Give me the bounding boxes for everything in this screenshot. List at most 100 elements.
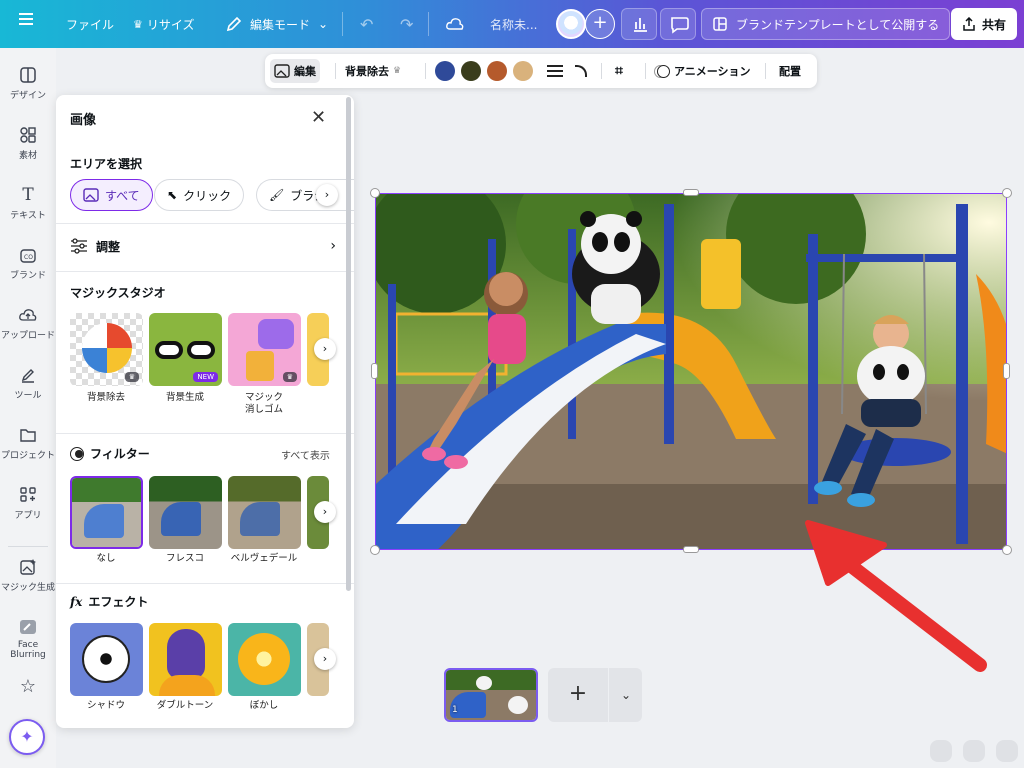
image-edit-icon (274, 64, 290, 78)
share-button[interactable]: 共有 (951, 8, 1017, 40)
zoom-control[interactable] (930, 740, 952, 762)
color-swatch[interactable] (461, 61, 481, 81)
rail-item-magic-media[interactable]: マジック生成 (0, 558, 56, 593)
crop-button[interactable]: ⌗ (611, 59, 627, 83)
text-icon: T (22, 185, 34, 205)
corner-radius-icon (575, 65, 587, 77)
file-menu-button[interactable]: ファイル (58, 8, 122, 40)
animate-button[interactable]: アニメーション (653, 59, 755, 83)
close-icon[interactable]: ✕ (311, 107, 326, 128)
color-swatch[interactable] (513, 61, 533, 81)
panel-title: 画像 (70, 113, 97, 128)
add-page-button[interactable]: + (548, 668, 608, 722)
left-rail: デザイン 素材 T テキスト CO ブランド アップロード ツール プロジェクト… (0, 48, 56, 768)
magic-assistant-button[interactable]: ✦ (9, 719, 45, 755)
magic-item-label: マジック 消しゴム (244, 392, 283, 415)
effect-duotone-thumb[interactable] (149, 623, 222, 696)
avatar[interactable] (556, 9, 586, 39)
rail-item-starred[interactable]: ☆ (0, 678, 56, 700)
resize-handle[interactable] (371, 363, 378, 379)
filters-show-all-link[interactable]: すべて表示 (281, 447, 330, 462)
new-badge: NEW (193, 372, 218, 382)
document-name[interactable]: 名称未... (482, 8, 545, 40)
panel-scrollbar[interactable] (346, 97, 351, 591)
shapes-icon (20, 127, 36, 143)
chevron-right-icon: › (330, 238, 336, 254)
position-button[interactable]: 配置 (775, 59, 805, 83)
star-icon: ☆ (19, 676, 37, 697)
filter-none-thumb[interactable] (70, 476, 143, 549)
chips-next-button[interactable]: › (316, 184, 338, 206)
rail-item-face-blurring[interactable]: Face Blurring (0, 618, 56, 660)
effect-shadow-thumb[interactable] (70, 623, 143, 696)
resize-button[interactable]: ♛ リサイズ (125, 8, 203, 40)
magic-item-label: 背景除去 (86, 392, 125, 403)
rail-item-brand[interactable]: CO ブランド (0, 246, 56, 281)
crop-icon: ⌗ (615, 63, 623, 79)
upload-icon (19, 309, 37, 321)
rail-item-tools[interactable]: ツール (0, 366, 56, 401)
page-thumbnail[interactable] (444, 668, 538, 722)
crown-badge: ♛ (124, 372, 139, 382)
edit-image-button[interactable]: 編集 (270, 59, 320, 83)
chip-brush[interactable]: 🖌 ブラシ (256, 179, 354, 211)
rail-item-apps[interactable]: アプリ (0, 486, 56, 521)
filter-label: フレスコ (165, 553, 204, 564)
pages-view-button[interactable] (963, 740, 985, 762)
layout-icon (20, 67, 36, 83)
resize-handle[interactable] (1002, 545, 1012, 555)
rail-item-text[interactable]: T テキスト (0, 186, 56, 221)
magic-next-button[interactable]: › (314, 338, 336, 360)
add-page-options-chevron-icon[interactable]: ⌄ (610, 668, 642, 722)
resize-handle[interactable] (683, 546, 699, 553)
undo-button[interactable]: ↶ (352, 8, 381, 40)
menu-icon[interactable] (12, 10, 40, 38)
edit-mode-button[interactable]: 編集モード ⌄ (218, 8, 336, 40)
fullscreen-button[interactable] (996, 740, 1018, 762)
resize-handle[interactable] (683, 189, 699, 196)
magic-bg-generate-thumb[interactable]: NEW (149, 313, 222, 386)
magic-eraser-thumb[interactable]: ♛ (228, 313, 301, 386)
magic-bg-remove-thumb[interactable]: ♛ (70, 313, 143, 386)
publish-brand-template-button[interactable]: ブランドテンプレートとして公開する (701, 8, 951, 40)
image-context-toolbar: 編集 背景除去 ♛ ⌗ アニメーション 配置 (265, 54, 817, 88)
template-icon (713, 17, 727, 31)
color-swatch[interactable] (435, 61, 455, 81)
resize-handle[interactable] (1002, 188, 1012, 198)
brand-icon: CO (20, 249, 36, 263)
resize-handle[interactable] (1003, 363, 1010, 379)
redo-button[interactable]: ↷ (392, 8, 421, 40)
rail-item-projects[interactable]: プロジェクト (0, 426, 56, 461)
pencil-icon (226, 16, 242, 32)
folder-icon (20, 429, 36, 442)
border-lines-icon (547, 65, 563, 77)
rail-item-elements[interactable]: 素材 (0, 126, 56, 161)
rail-item-uploads[interactable]: アップロード (0, 306, 56, 341)
effects-next-button[interactable]: › (314, 648, 336, 670)
border-style-button[interactable] (543, 59, 567, 83)
filter-fresco-thumb[interactable] (149, 476, 222, 549)
resize-handle[interactable] (370, 545, 380, 555)
corner-rounding-button[interactable] (571, 59, 591, 83)
adjust-row[interactable]: 調整 › (70, 235, 336, 257)
filters-next-button[interactable]: › (314, 501, 336, 523)
resize-handle[interactable] (370, 188, 380, 198)
svg-text:CO: CO (24, 254, 33, 261)
face-blur-icon (20, 620, 36, 634)
chip-click[interactable]: ⬉ クリック (154, 179, 245, 211)
draw-icon (21, 369, 34, 383)
rail-item-design[interactable]: デザイン (0, 66, 56, 101)
insights-button[interactable] (621, 8, 657, 40)
comment-icon (671, 17, 689, 34)
bg-remover-button[interactable]: 背景除去 ♛ (341, 59, 405, 83)
comment-button[interactable] (660, 8, 696, 40)
selected-image[interactable] (375, 193, 1007, 550)
chip-all[interactable]: すべて (70, 179, 153, 211)
invite-plus-button[interactable]: + (585, 9, 615, 39)
effect-label: ぼかし (249, 700, 279, 711)
effect-blur-thumb[interactable] (228, 623, 301, 696)
cloud-save-icon[interactable] (438, 8, 472, 40)
color-swatch[interactable] (487, 61, 507, 81)
filter-belvedere-thumb[interactable] (228, 476, 301, 549)
effect-label: シャドウ (86, 700, 125, 711)
